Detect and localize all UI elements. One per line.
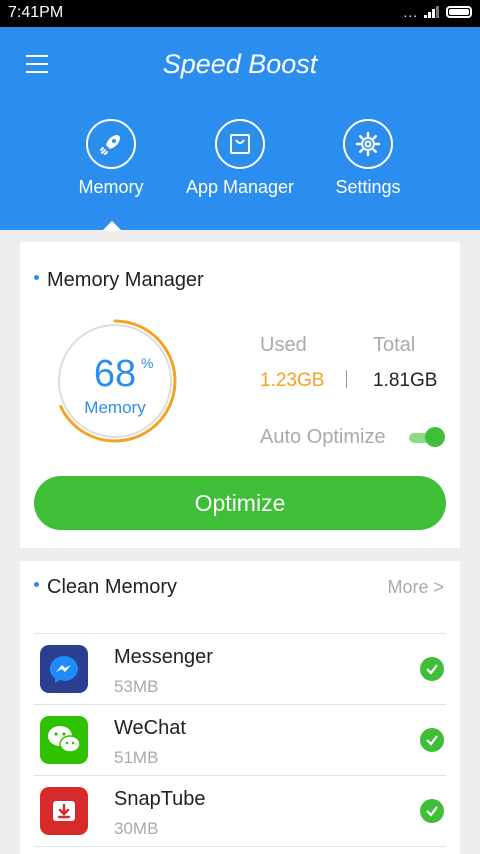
rocket-icon <box>86 119 136 169</box>
app-size: 30MB <box>114 819 159 838</box>
memory-manager-title: Memory Manager <box>34 269 204 292</box>
more-link[interactable]: More > <box>387 577 444 598</box>
list-item-messenger[interactable]: Messenger 53MB <box>34 634 446 705</box>
used-value: 1.23GB <box>260 370 325 391</box>
memory-gauge: 68 % Memory <box>50 316 180 446</box>
clean-memory-title-text: Clean Memory <box>47 576 178 598</box>
bullet-dot-icon <box>34 582 39 587</box>
auto-optimize-toggle[interactable] <box>407 426 445 448</box>
list-item-snaptube[interactable]: SnapTube 30MB <box>34 776 446 847</box>
used-label: Used <box>260 334 307 356</box>
app-size: 53MB <box>114 677 159 696</box>
status-bar: 7:41PM ... <box>0 0 480 27</box>
signal-icon <box>424 6 439 18</box>
memory-manager-title-text: Memory Manager <box>47 269 204 291</box>
total-label: Total <box>373 334 416 356</box>
status-icons: ... <box>403 5 472 19</box>
gear-icon <box>343 119 393 169</box>
messenger-icon <box>40 645 88 693</box>
list-item-wechat[interactable]: WeChat 51MB <box>34 705 446 776</box>
clean-memory-card: Clean Memory More > Messenger 53MB WeCha… <box>20 561 460 854</box>
tab-app-manager-label: App Manager <box>185 177 295 197</box>
app-header: Speed Boost Memory App Manager Settings <box>0 27 480 231</box>
snaptube-icon <box>40 787 88 835</box>
app-name: SnapTube <box>114 788 206 810</box>
check-icon[interactable] <box>420 799 444 823</box>
app-size: 51MB <box>114 748 159 767</box>
percent-sign: % <box>141 355 154 371</box>
wechat-icon <box>40 716 88 764</box>
check-icon[interactable] <box>420 728 444 752</box>
status-time: 7:41PM <box>8 4 64 21</box>
memory-manager-card: Memory Manager 68 % Memory Used Total 1.… <box>20 242 460 548</box>
notification-dots-icon: ... <box>403 4 418 20</box>
memory-gauge-label: Memory <box>84 398 146 417</box>
stat-divider <box>346 370 347 388</box>
auto-optimize-label: Auto Optimize <box>260 426 386 448</box>
check-icon[interactable] <box>420 657 444 681</box>
bag-icon <box>215 119 265 169</box>
total-value: 1.81GB <box>373 370 438 391</box>
tab-memory[interactable]: Memory <box>46 119 176 198</box>
clean-memory-title: Clean Memory <box>34 576 177 599</box>
app-title: Speed Boost <box>162 49 318 79</box>
active-tab-indicator <box>102 221 122 231</box>
bullet-dot-icon <box>34 275 39 280</box>
optimize-button[interactable]: Optimize <box>34 476 446 530</box>
app-name: Messenger <box>114 646 213 668</box>
tab-memory-label: Memory <box>78 177 144 197</box>
battery-icon <box>446 6 472 18</box>
memory-percent: 68 <box>93 353 137 395</box>
app-name: WeChat <box>114 717 186 739</box>
tab-settings-label: Settings <box>335 177 401 197</box>
tab-settings[interactable]: Settings <box>303 119 433 198</box>
tab-app-manager[interactable]: App Manager <box>175 119 305 198</box>
